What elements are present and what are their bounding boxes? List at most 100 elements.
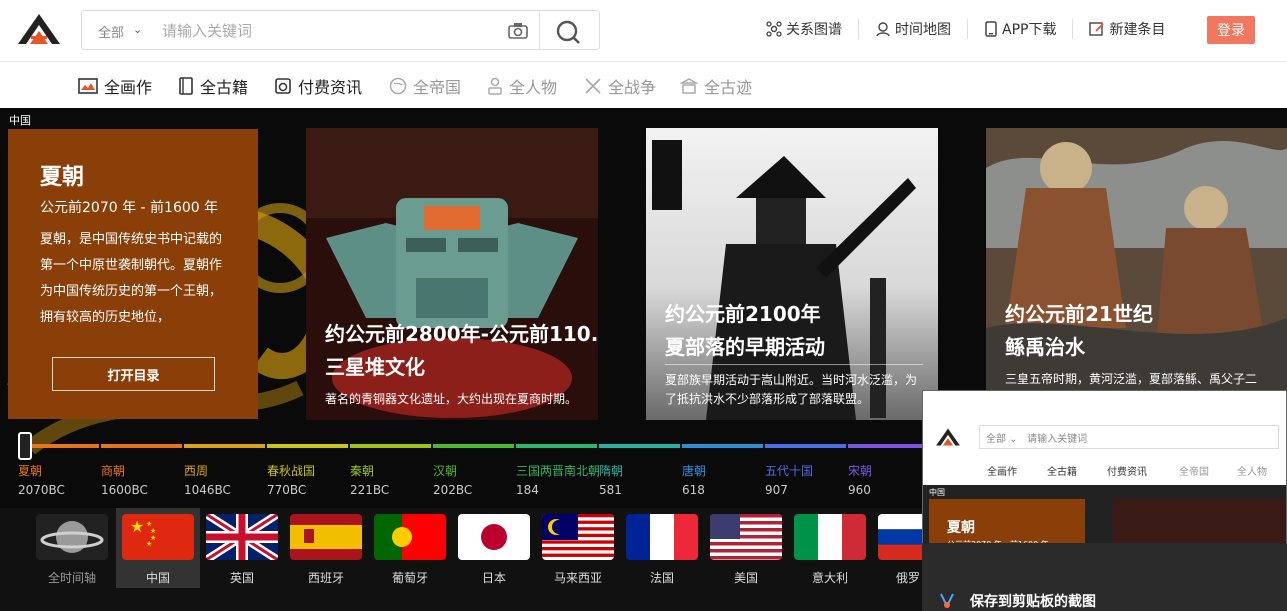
dynasty-description: 夏朝，是中国传统史书中记载的第一个中原世袭制朝代。夏朝作为中国传统历史的第一个王… bbox=[40, 232, 223, 325]
era-name: 春秋战国 bbox=[267, 464, 316, 478]
timeline-era[interactable]: 汉朝 202BC bbox=[433, 462, 472, 497]
camera-icon[interactable] bbox=[507, 21, 529, 41]
card-date: 约公元前2100年 bbox=[665, 302, 821, 326]
country-label: 法国 bbox=[649, 571, 674, 585]
timeline-era[interactable]: 三国两晋南北朝 184 bbox=[516, 462, 600, 497]
usa-flag-icon bbox=[710, 514, 782, 560]
russia-flag-icon bbox=[878, 514, 922, 560]
tab-empires-label: 全帝国 bbox=[413, 78, 462, 97]
country-usa[interactable]: 美国 bbox=[704, 508, 788, 588]
category-nav: 全画作 全古籍 付费资讯 全帝国 全人物 全战争 全古迹 bbox=[0, 62, 1287, 108]
time-map-label: 时间地图 bbox=[895, 22, 951, 38]
swords-icon bbox=[585, 78, 601, 94]
era-year: 1600BC bbox=[101, 483, 148, 497]
chevron-down-icon[interactable]: ⌄ bbox=[133, 23, 142, 36]
preview-logo-icon bbox=[936, 428, 960, 446]
country-portugal[interactable]: 葡萄牙 bbox=[368, 508, 452, 588]
timeline-era[interactable]: 春秋战国 770BC bbox=[267, 462, 315, 497]
era-year: 960 bbox=[848, 483, 871, 497]
event-card-xia-tribe[interactable]: 约公元前2100年 夏部落的早期活动 夏部族早期活动于嵩山附近。当时河水泛滥，为… bbox=[646, 128, 938, 420]
country-label: 全时间轴 bbox=[47, 571, 96, 585]
new-entry-link[interactable]: 新建条目 bbox=[1073, 19, 1181, 39]
timeline-era[interactable]: 夏朝 2070BC bbox=[18, 462, 65, 497]
timeline-era[interactable]: 五代十国 907 bbox=[765, 462, 813, 497]
country-label: 英国 bbox=[229, 571, 254, 585]
site-logo[interactable] bbox=[16, 12, 62, 46]
country-italy[interactable]: 意大利 bbox=[788, 508, 872, 588]
open-catalog-button[interactable]: 打开目录 bbox=[52, 357, 215, 391]
country-japan[interactable]: 日本 bbox=[452, 508, 536, 588]
login-button[interactable]: 登录 bbox=[1207, 16, 1255, 44]
snip-tool-icon bbox=[940, 593, 954, 609]
preview-tab: 全古籍 bbox=[1047, 467, 1077, 478]
country-label: 中国 bbox=[145, 571, 170, 585]
event-card-flood-control[interactable]: 约公元前21世纪 鲧禹治水 三皇五帝时期，黄河泛滥，夏部落鲧、禹父子二人奉命负责… bbox=[986, 128, 1287, 400]
country-label: 西班牙 bbox=[307, 571, 344, 585]
era-name: 夏朝 bbox=[18, 464, 43, 478]
card-divider bbox=[665, 364, 923, 365]
portugal-flag-icon bbox=[374, 514, 446, 560]
search-icon[interactable] bbox=[556, 19, 582, 45]
country-label: 马来西亚 bbox=[553, 571, 602, 585]
globe-icon bbox=[389, 77, 407, 95]
tab-wars[interactable]: 全战争 bbox=[584, 74, 656, 98]
tab-empires[interactable]: 全帝国 bbox=[389, 74, 461, 98]
spain-flag-icon bbox=[290, 514, 362, 560]
search-input[interactable] bbox=[162, 19, 502, 43]
country-spain[interactable]: 西班牙 bbox=[284, 508, 368, 588]
country-label: 葡萄牙 bbox=[391, 571, 428, 585]
tab-paintings[interactable]: 全画作 bbox=[78, 74, 152, 98]
tab-paid-info[interactable]: 付费资讯 bbox=[274, 74, 362, 98]
country-label: 日本 bbox=[481, 571, 506, 585]
timeline-segment bbox=[516, 444, 597, 448]
country-uk[interactable]: 英国 bbox=[200, 508, 284, 588]
era-name: 汉朝 bbox=[433, 464, 458, 478]
timeline-era[interactable]: 宋朝 960 bbox=[848, 462, 872, 497]
painting-icon bbox=[78, 78, 98, 94]
era-name: 唐朝 bbox=[682, 464, 707, 478]
country-all-timeline[interactable]: 全时间轴 bbox=[30, 508, 114, 588]
event-card-sanxingdui[interactable]: 约公元前2800年-公元前110... 三星堆文化 著名的青铜器文化遗址，大约出… bbox=[306, 128, 598, 420]
era-year: 907 bbox=[765, 483, 788, 497]
timeline-era[interactable]: 唐朝 618 bbox=[682, 462, 706, 497]
preview-search-scope: 全部 bbox=[986, 434, 1006, 445]
book-icon bbox=[179, 77, 193, 95]
dynasty-timeline[interactable]: 夏朝 2070BC 商朝 1600BC 西周 1046BC 春秋战国 770BC 秦朝 221BC… bbox=[0, 442, 929, 502]
timeline-era[interactable]: 隋朝 581 bbox=[599, 462, 623, 497]
timeline-handle[interactable] bbox=[18, 432, 32, 460]
tab-people[interactable]: 全人物 bbox=[487, 74, 557, 98]
era-year: 202BC bbox=[433, 483, 473, 497]
country-russia[interactable]: 俄罗 bbox=[872, 508, 922, 588]
tab-wars-label: 全战争 bbox=[608, 78, 657, 97]
search-scope[interactable]: 全部 bbox=[98, 22, 124, 41]
app-download-link[interactable]: APP下载 bbox=[968, 19, 1074, 39]
preview-tab: 全帝国 bbox=[1179, 467, 1209, 478]
era-name: 三国两晋南北朝 bbox=[516, 464, 601, 478]
dynasty-dates: 公元前2070 年 - 前1600 年 bbox=[40, 200, 219, 216]
timeline-segment bbox=[267, 444, 348, 448]
tab-sites[interactable]: 全古迹 bbox=[680, 74, 752, 98]
timeline-era[interactable]: 西周 1046BC bbox=[184, 462, 231, 497]
timeline-era[interactable]: 秦朝 221BC bbox=[350, 462, 389, 497]
relation-graph-link[interactable]: 关系图谱 bbox=[766, 19, 859, 39]
tab-books[interactable]: 全古籍 bbox=[178, 74, 248, 98]
timeline-segment bbox=[433, 444, 514, 448]
timeline-era[interactable]: 商朝 1600BC bbox=[101, 462, 148, 497]
china-flag-icon: ★ ★★★★ bbox=[122, 514, 194, 560]
time-map-link[interactable]: 时间地图 bbox=[859, 19, 968, 39]
card-summary: 夏部族早期活动于嵩山附近。当时河水泛滥，为了抵抗洪水不少部落形成了部落联盟。 bbox=[665, 373, 918, 406]
map-pin-icon bbox=[876, 22, 890, 37]
timeline-segment bbox=[682, 444, 763, 448]
preview-tab: 付费资讯 bbox=[1107, 467, 1147, 478]
timeline-segment bbox=[765, 444, 846, 448]
era-year: 184 bbox=[516, 483, 539, 497]
era-name: 商朝 bbox=[101, 464, 126, 478]
country-china[interactable]: ★ ★ ★ ★ ★ 中国 bbox=[116, 508, 200, 588]
country-france[interactable]: 法国 bbox=[620, 508, 704, 588]
tab-sites-label: 全古迹 bbox=[704, 78, 753, 97]
svg-text:★: ★ bbox=[146, 540, 152, 548]
relation-graph-label: 关系图谱 bbox=[786, 22, 842, 38]
preview-title: 夏朝 bbox=[947, 520, 975, 536]
era-name: 秦朝 bbox=[350, 464, 375, 478]
country-malaysia[interactable]: 马来西亚 bbox=[536, 508, 620, 588]
